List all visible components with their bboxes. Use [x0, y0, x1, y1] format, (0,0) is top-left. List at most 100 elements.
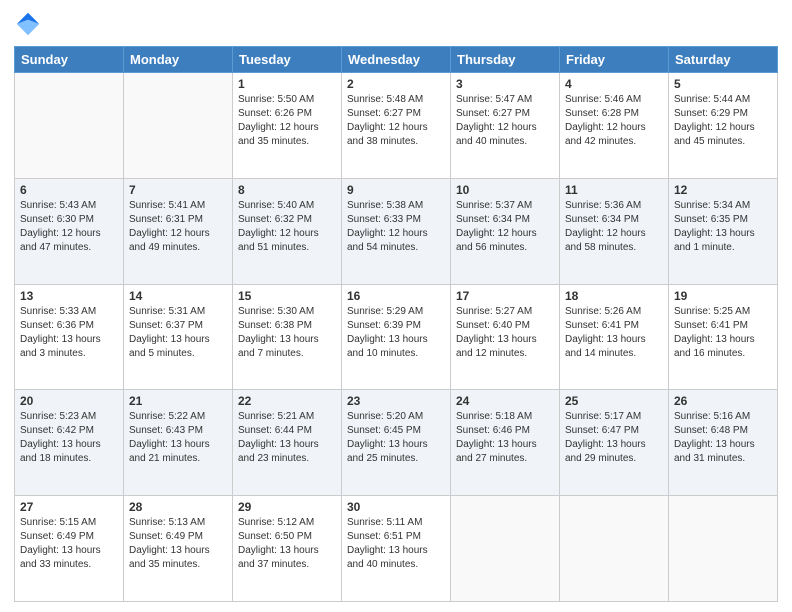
- calendar-cell: 27 Sunrise: 5:15 AM Sunset: 6:49 PM Dayli…: [15, 496, 124, 602]
- day-info: Sunrise: 5:30 AM Sunset: 6:38 PM Dayligh…: [238, 305, 336, 361]
- day-info: Sunrise: 5:40 AM Sunset: 6:32 PM Dayligh…: [238, 199, 336, 255]
- calendar-cell: 19 Sunrise: 5:25 AM Sunset: 6:41 PM Dayli…: [669, 284, 778, 390]
- logo-icon: [14, 10, 42, 38]
- calendar-cell: 21 Sunrise: 5:22 AM Sunset: 6:43 PM Dayli…: [124, 390, 233, 496]
- calendar-cell: 17 Sunrise: 5:27 AM Sunset: 6:40 PM Dayli…: [451, 284, 560, 390]
- day-info: Sunrise: 5:15 AM Sunset: 6:49 PM Dayligh…: [20, 516, 118, 572]
- calendar-cell: 24Sunrise: 5:18 AM Sunset: 6:46 PM Dayli…: [451, 390, 560, 496]
- col-header-tuesday: Tuesday: [233, 47, 342, 73]
- calendar-cell: 3 Sunrise: 5:47 AM Sunset: 6:27 PM Daylig…: [451, 73, 560, 179]
- day-number: 5: [674, 77, 772, 91]
- calendar-cell: 1 Sunrise: 5:50 AM Sunset: 6:26 PM Daylig…: [233, 73, 342, 179]
- day-info: Sunrise: 5:48 AM Sunset: 6:27 PM Dayligh…: [347, 93, 445, 149]
- day-number: 20: [20, 394, 118, 408]
- calendar-cell: 29 Sunrise: 5:12 AM Sunset: 6:50 PM Dayli…: [233, 496, 342, 602]
- calendar-cell: [669, 496, 778, 602]
- col-header-thursday: Thursday: [451, 47, 560, 73]
- calendar-cell: 23 Sunrise: 5:20 AM Sunset: 6:45 PM Dayli…: [342, 390, 451, 496]
- day-number: 17: [456, 289, 554, 303]
- day-number: 16: [347, 289, 445, 303]
- day-number: 26: [674, 394, 772, 408]
- day-number: 11: [565, 183, 663, 197]
- calendar-table: SundayMondayTuesdayWednesdayThursdayFrid…: [14, 46, 778, 602]
- calendar-cell: 28Sunrise: 5:13 AM Sunset: 6:49 PM Dayli…: [124, 496, 233, 602]
- day-number: 9: [347, 183, 445, 197]
- calendar-header-row: SundayMondayTuesdayWednesdayThursdayFrid…: [15, 47, 778, 73]
- calendar-cell: 12 Sunrise: 5:34 AM Sunset: 6:35 PM Dayli…: [669, 178, 778, 284]
- day-number: 30: [347, 500, 445, 514]
- calendar-cell: [15, 73, 124, 179]
- day-info: Sunrise: 5:25 AM Sunset: 6:41 PM Dayligh…: [674, 305, 772, 361]
- day-number: 15: [238, 289, 336, 303]
- calendar-week-2: 13 Sunrise: 5:33 AM Sunset: 6:36 PM Dayli…: [15, 284, 778, 390]
- day-number: 1: [238, 77, 336, 91]
- col-header-wednesday: Wednesday: [342, 47, 451, 73]
- day-info: Sunrise: 5:43 AM Sunset: 6:30 PM Dayligh…: [20, 199, 118, 255]
- calendar-cell: 26Sunrise: 5:16 AM Sunset: 6:48 PM Dayli…: [669, 390, 778, 496]
- day-number: 12: [674, 183, 772, 197]
- day-info: Sunrise: 5:17 AM Sunset: 6:47 PM Dayligh…: [565, 410, 663, 466]
- calendar-week-4: 27 Sunrise: 5:15 AM Sunset: 6:49 PM Dayli…: [15, 496, 778, 602]
- day-info: Sunrise: 5:26 AM Sunset: 6:41 PM Dayligh…: [565, 305, 663, 361]
- calendar-cell: 15 Sunrise: 5:30 AM Sunset: 6:38 PM Dayli…: [233, 284, 342, 390]
- day-number: 23: [347, 394, 445, 408]
- calendar-cell: 20 Sunrise: 5:23 AM Sunset: 6:42 PM Dayli…: [15, 390, 124, 496]
- day-number: 13: [20, 289, 118, 303]
- calendar-cell: 11 Sunrise: 5:36 AM Sunset: 6:34 PM Dayli…: [560, 178, 669, 284]
- col-header-sunday: Sunday: [15, 47, 124, 73]
- calendar-cell: [124, 73, 233, 179]
- col-header-saturday: Saturday: [669, 47, 778, 73]
- calendar-week-3: 20 Sunrise: 5:23 AM Sunset: 6:42 PM Dayli…: [15, 390, 778, 496]
- calendar-cell: 25Sunrise: 5:17 AM Sunset: 6:47 PM Dayli…: [560, 390, 669, 496]
- day-info: Sunrise: 5:46 AM Sunset: 6:28 PM Dayligh…: [565, 93, 663, 149]
- day-info: Sunrise: 5:23 AM Sunset: 6:42 PM Dayligh…: [20, 410, 118, 466]
- day-info: Sunrise: 5:38 AM Sunset: 6:33 PM Dayligh…: [347, 199, 445, 255]
- calendar-cell: [451, 496, 560, 602]
- day-number: 10: [456, 183, 554, 197]
- col-header-friday: Friday: [560, 47, 669, 73]
- day-number: 24: [456, 394, 554, 408]
- calendar-cell: [560, 496, 669, 602]
- calendar-cell: 14 Sunrise: 5:31 AM Sunset: 6:37 PM Dayli…: [124, 284, 233, 390]
- day-info: Sunrise: 5:12 AM Sunset: 6:50 PM Dayligh…: [238, 516, 336, 572]
- day-number: 29: [238, 500, 336, 514]
- calendar-cell: 22 Sunrise: 5:21 AM Sunset: 6:44 PM Dayli…: [233, 390, 342, 496]
- day-info: Sunrise: 5:34 AM Sunset: 6:35 PM Dayligh…: [674, 199, 772, 255]
- day-number: 19: [674, 289, 772, 303]
- day-number: 3: [456, 77, 554, 91]
- day-info: Sunrise: 5:50 AM Sunset: 6:26 PM Dayligh…: [238, 93, 336, 149]
- day-info: Sunrise: 5:36 AM Sunset: 6:34 PM Dayligh…: [565, 199, 663, 255]
- calendar-cell: 4Sunrise: 5:46 AM Sunset: 6:28 PM Daylig…: [560, 73, 669, 179]
- logo: [14, 10, 46, 38]
- day-info: Sunrise: 5:29 AM Sunset: 6:39 PM Dayligh…: [347, 305, 445, 361]
- calendar-cell: 18 Sunrise: 5:26 AM Sunset: 6:41 PM Dayli…: [560, 284, 669, 390]
- calendar-cell: 7 Sunrise: 5:41 AM Sunset: 6:31 PM Daylig…: [124, 178, 233, 284]
- day-number: 22: [238, 394, 336, 408]
- day-number: 18: [565, 289, 663, 303]
- day-info: Sunrise: 5:11 AM Sunset: 6:51 PM Dayligh…: [347, 516, 445, 572]
- day-number: 27: [20, 500, 118, 514]
- day-info: Sunrise: 5:20 AM Sunset: 6:45 PM Dayligh…: [347, 410, 445, 466]
- calendar-cell: 5 Sunrise: 5:44 AM Sunset: 6:29 PM Daylig…: [669, 73, 778, 179]
- day-info: Sunrise: 5:33 AM Sunset: 6:36 PM Dayligh…: [20, 305, 118, 361]
- day-info: Sunrise: 5:27 AM Sunset: 6:40 PM Dayligh…: [456, 305, 554, 361]
- page: SundayMondayTuesdayWednesdayThursdayFrid…: [0, 0, 792, 612]
- calendar-cell: 6 Sunrise: 5:43 AM Sunset: 6:30 PM Daylig…: [15, 178, 124, 284]
- day-number: 14: [129, 289, 227, 303]
- day-info: Sunrise: 5:21 AM Sunset: 6:44 PM Dayligh…: [238, 410, 336, 466]
- col-header-monday: Monday: [124, 47, 233, 73]
- calendar-cell: 2 Sunrise: 5:48 AM Sunset: 6:27 PM Daylig…: [342, 73, 451, 179]
- day-info: Sunrise: 5:47 AM Sunset: 6:27 PM Dayligh…: [456, 93, 554, 149]
- day-info: Sunrise: 5:22 AM Sunset: 6:43 PM Dayligh…: [129, 410, 227, 466]
- day-info: Sunrise: 5:44 AM Sunset: 6:29 PM Dayligh…: [674, 93, 772, 149]
- day-number: 21: [129, 394, 227, 408]
- calendar-cell: 9 Sunrise: 5:38 AM Sunset: 6:33 PM Daylig…: [342, 178, 451, 284]
- calendar-cell: 16 Sunrise: 5:29 AM Sunset: 6:39 PM Dayli…: [342, 284, 451, 390]
- calendar-cell: 13 Sunrise: 5:33 AM Sunset: 6:36 PM Dayli…: [15, 284, 124, 390]
- day-info: Sunrise: 5:31 AM Sunset: 6:37 PM Dayligh…: [129, 305, 227, 361]
- day-number: 6: [20, 183, 118, 197]
- day-info: Sunrise: 5:37 AM Sunset: 6:34 PM Dayligh…: [456, 199, 554, 255]
- day-number: 7: [129, 183, 227, 197]
- day-info: Sunrise: 5:41 AM Sunset: 6:31 PM Dayligh…: [129, 199, 227, 255]
- day-number: 2: [347, 77, 445, 91]
